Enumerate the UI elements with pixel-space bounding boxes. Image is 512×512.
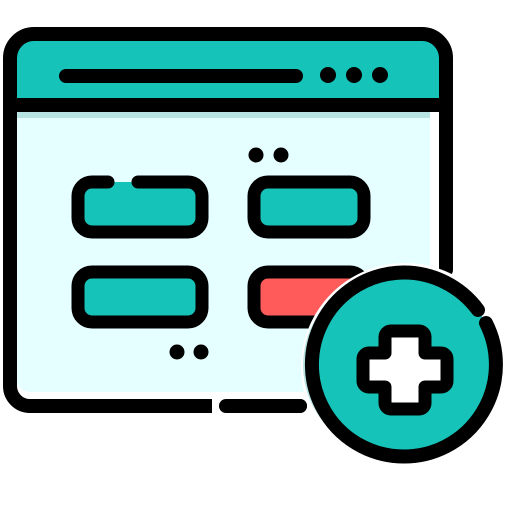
icon-canvas [0,0,512,512]
decor-dot [273,147,289,163]
add-badge [301,263,509,471]
window-dot-icon [372,67,388,83]
decor-dot [193,344,209,360]
window-dot-icon [346,67,362,83]
decor-dot [248,147,264,163]
content-block-top-left [78,182,202,232]
content-block-top-right [247,175,371,239]
decor-dot [169,344,185,360]
content-block-bottom-left [71,265,209,329]
window-dot-icon [320,67,336,83]
web-page-add-icon [3,27,509,471]
